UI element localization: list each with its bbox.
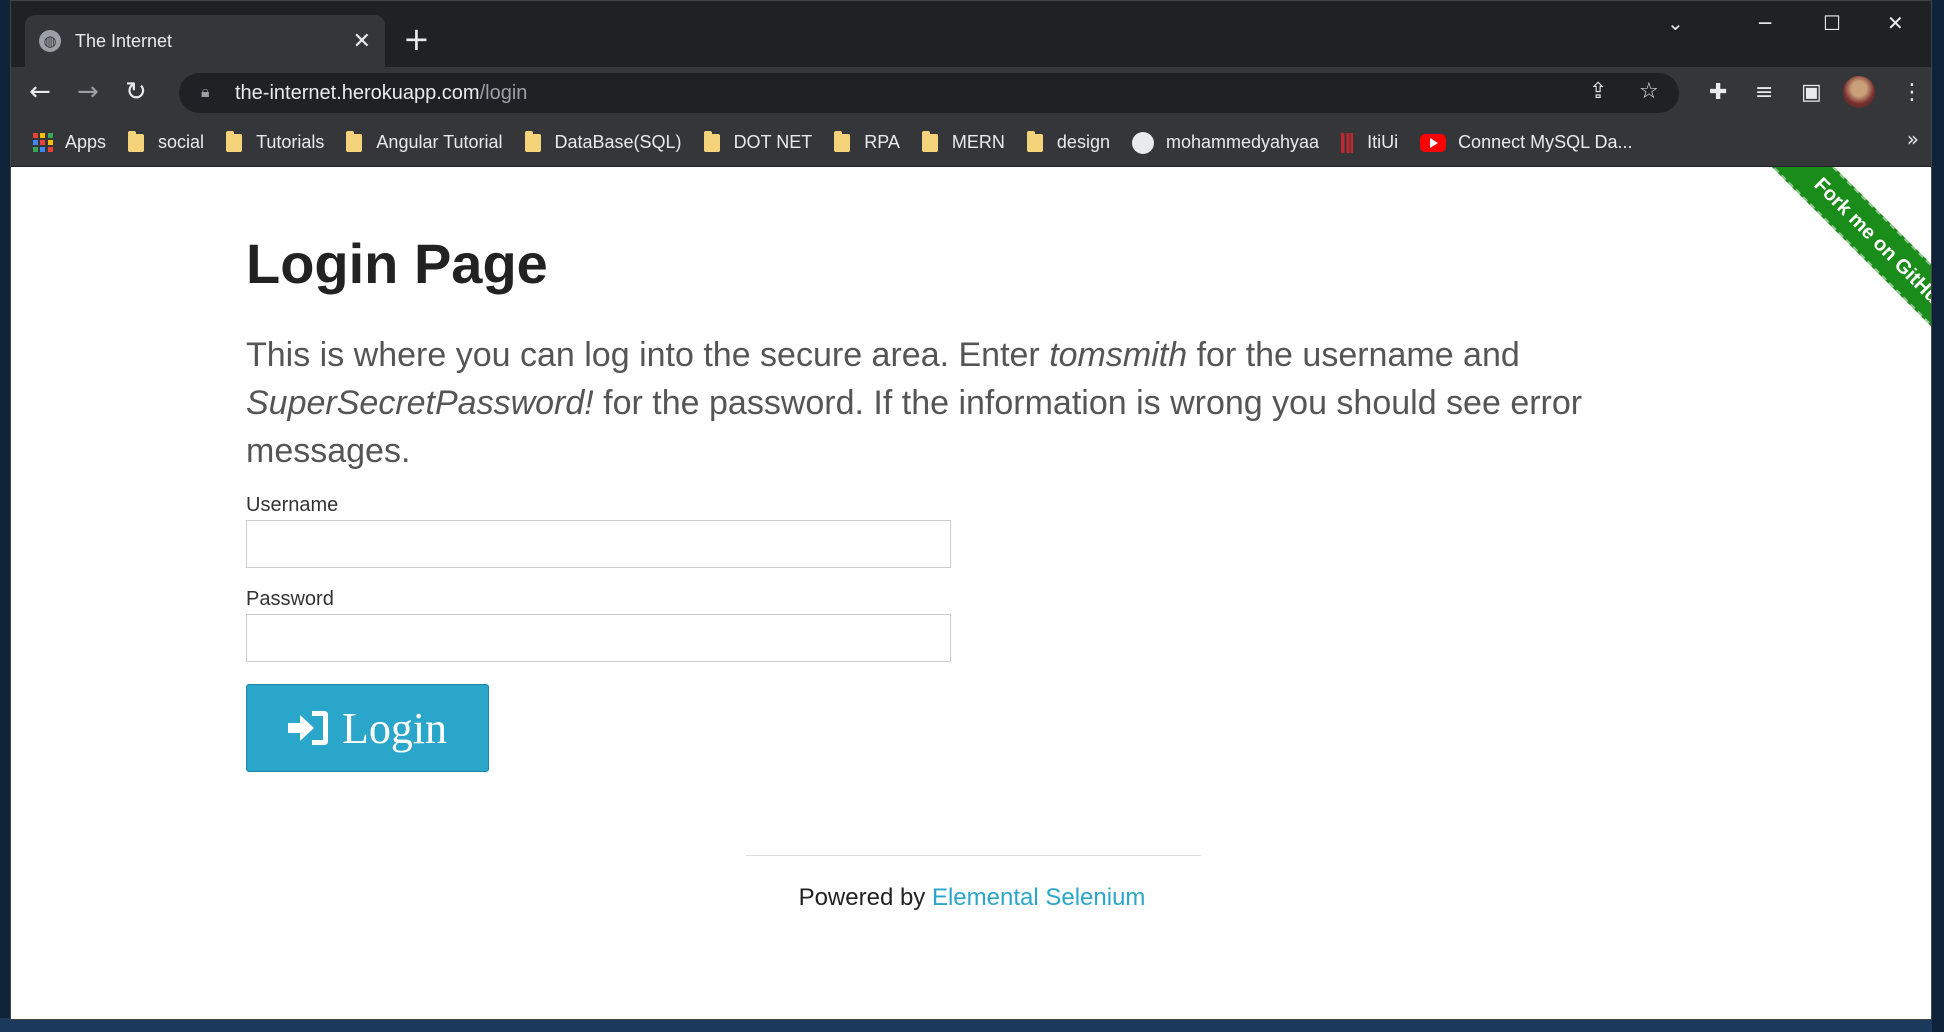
folder-icon — [834, 130, 851, 152]
bookmark-github[interactable]: mohammedyahyaa — [1131, 131, 1320, 154]
sidebar-icon[interactable]: ▣ — [1801, 80, 1822, 105]
bookmark-tutorials[interactable]: Tutorials — [226, 130, 325, 153]
youtube-icon — [1420, 133, 1447, 152]
fork-me-ribbon-text[interactable]: Fork me on GitHub — [1759, 167, 1931, 367]
bookmark-label: Angular Tutorial — [376, 132, 503, 152]
desktop-background: ◍ The Internet ✕ + ⌄ ─ ☐ ✕ ← → ↻ 🔒︎ the-… — [0, 0, 1944, 1032]
globe-icon: ◍ — [39, 30, 61, 52]
bookmark-label: Tutorials — [256, 132, 325, 152]
menu-icon[interactable]: ⋮ — [1901, 80, 1923, 105]
bookmark-itiui[interactable]: ItiUi — [1341, 132, 1398, 153]
iti-icon — [1341, 132, 1354, 153]
elemental-selenium-link[interactable]: Elemental Selenium — [932, 884, 1145, 911]
navigation-toolbar: ← → ↻ 🔒︎ the-internet.herokuapp.com/logi… — [11, 67, 1931, 119]
folder-icon — [703, 130, 720, 152]
title-bar: ◍ The Internet ✕ + ⌄ ─ ☐ ✕ — [11, 1, 1931, 67]
bookmark-rpa[interactable]: RPA — [834, 130, 900, 153]
page-title: Login Page — [246, 232, 548, 295]
bookmark-label: ItiUi — [1367, 132, 1399, 152]
footer-divider — [746, 855, 1201, 856]
bookmarks-bar: Apps social Tutorials Angular Tutorial D… — [11, 119, 1931, 167]
login-instructions: This is where you can log into the secur… — [246, 336, 1583, 470]
tab-search-icon[interactable]: ⌄ — [1667, 11, 1684, 35]
close-tab-icon[interactable]: ✕ — [353, 29, 371, 54]
bookmark-connect-mysql[interactable]: Connect MySQL Da... — [1420, 132, 1632, 153]
folder-icon — [128, 130, 145, 152]
close-window-button[interactable]: ✕ — [1887, 11, 1904, 35]
bookmark-label: RPA — [864, 132, 900, 152]
new-tab-button[interactable]: + — [403, 21, 430, 57]
maximize-button[interactable]: ☐ — [1823, 11, 1841, 35]
bookmark-star-icon[interactable]: ☆ — [1639, 79, 1659, 104]
folder-icon — [1026, 130, 1043, 152]
bookmark-label: design — [1056, 132, 1110, 152]
bookmark-label: Apps — [65, 132, 107, 152]
folder-icon — [524, 130, 541, 152]
password-hint: SuperSecretPassword! — [246, 384, 594, 422]
tab-title: The Internet — [75, 30, 173, 51]
address-bar[interactable]: 🔒︎ the-internet.herokuapp.com/login ⇪ ☆ — [179, 73, 1679, 113]
bookmark-dot-net[interactable]: DOT NET — [703, 130, 813, 153]
background-video-controls — [0, 1018, 1944, 1032]
password-label: Password — [246, 588, 334, 610]
folder-icon — [921, 130, 938, 152]
bookmark-angular-tutorial[interactable]: Angular Tutorial — [346, 130, 503, 153]
bookmark-label: DataBase(SQL) — [554, 132, 682, 152]
bookmark-mern[interactable]: MERN — [921, 130, 1005, 153]
profile-avatar[interactable] — [1843, 76, 1875, 108]
username-hint: tomsmith — [1049, 336, 1188, 374]
forward-icon[interactable]: → — [77, 77, 99, 107]
login-button-label: Login — [341, 703, 448, 753]
browser-window: ◍ The Internet ✕ + ⌄ ─ ☐ ✕ ← → ↻ 🔒︎ the-… — [10, 0, 1932, 1020]
media-control-icon[interactable]: ≡ — [1755, 80, 1773, 105]
username-label: Username — [246, 494, 339, 516]
login-button[interactable]: Login — [246, 684, 489, 772]
desktop-edge — [1932, 0, 1944, 1032]
username-input[interactable] — [246, 520, 951, 568]
sign-in-icon — [287, 711, 328, 745]
lock-icon[interactable]: 🔒︎ — [201, 82, 210, 102]
share-icon[interactable]: ⇪ — [1589, 79, 1607, 104]
page-content: Login Page This is where you can log int… — [11, 167, 1931, 1019]
bookmark-label: Connect MySQL Da... — [1458, 132, 1633, 152]
bookmark-label: social — [158, 132, 205, 152]
bookmark-label: DOT NET — [733, 132, 813, 152]
reload-icon[interactable]: ↻ — [125, 77, 147, 107]
bookmark-database-sql[interactable]: DataBase(SQL) — [524, 130, 682, 153]
extensions-icon[interactable]: ✚ — [1709, 80, 1727, 105]
github-icon — [1131, 131, 1154, 154]
bookmarks-overflow-button[interactable]: » — [1907, 127, 1919, 151]
url-text[interactable]: the-internet.herokuapp.com/login — [235, 82, 527, 105]
tab-the-internet[interactable]: ◍ The Internet ✕ — [25, 15, 385, 67]
password-input[interactable] — [246, 614, 951, 662]
footer: Powered by Elemental Selenium — [798, 884, 1146, 911]
folder-icon — [226, 130, 243, 152]
bookmark-design[interactable]: design — [1026, 130, 1110, 153]
back-icon[interactable]: ← — [29, 77, 51, 107]
bookmark-label: mohammedyahyaa — [1165, 132, 1320, 152]
minimize-button[interactable]: ─ — [1759, 11, 1771, 35]
bookmark-label: MERN — [951, 132, 1005, 152]
fork-me-ribbon[interactable]: Fork me on GitHub — [1721, 167, 1931, 377]
apps-icon — [33, 132, 53, 153]
bookmark-apps[interactable]: Apps — [33, 132, 106, 153]
folder-icon — [346, 130, 363, 152]
bookmark-social[interactable]: social — [128, 130, 205, 153]
